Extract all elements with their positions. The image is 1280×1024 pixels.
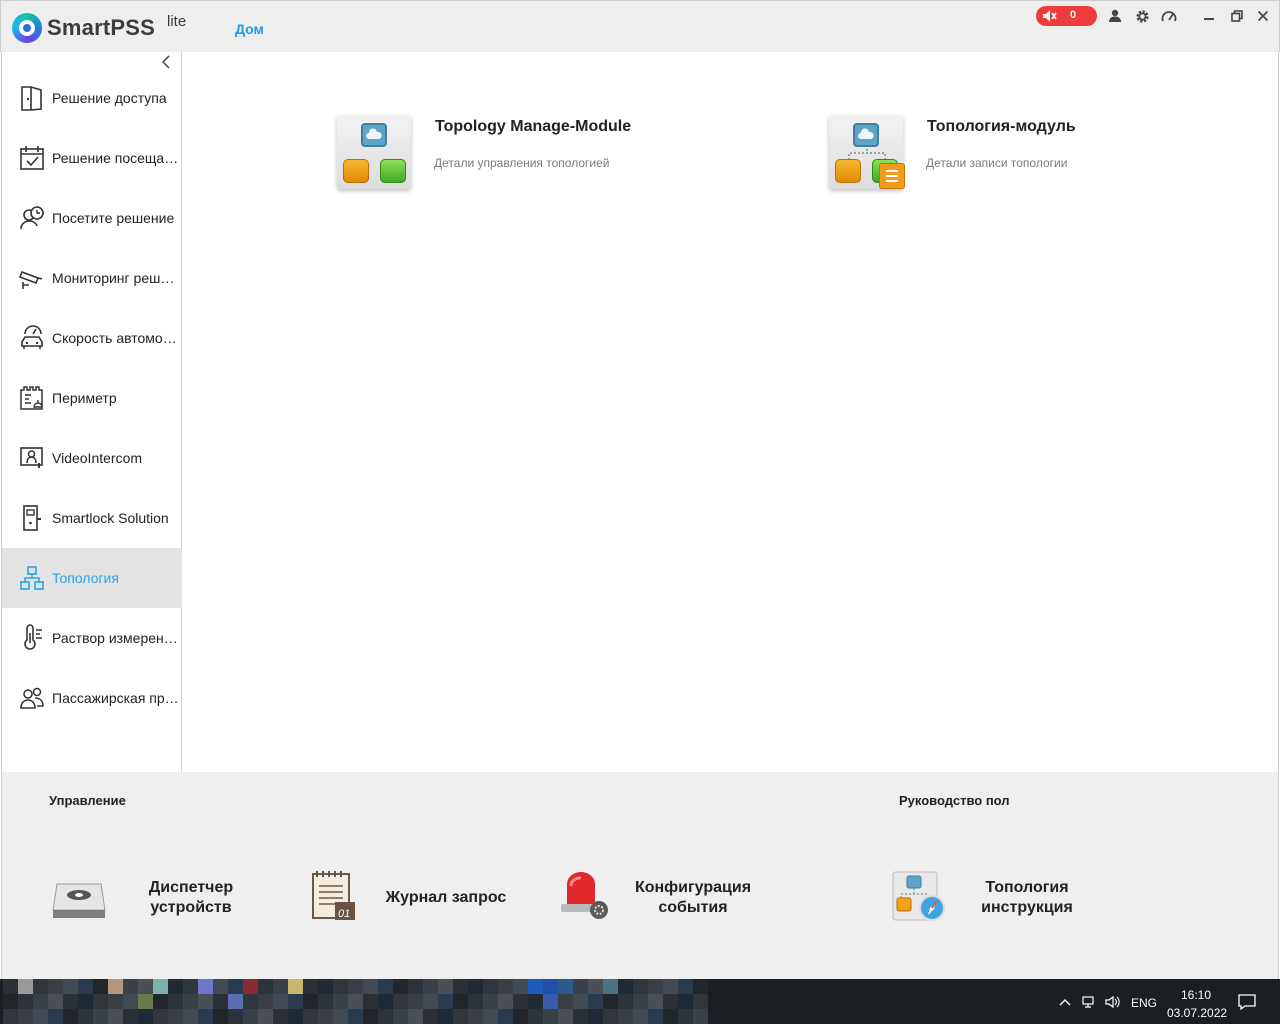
language-indicator[interactable]: ENG bbox=[1131, 996, 1157, 1010]
clock-date[interactable]: 03.07.2022 bbox=[1167, 1006, 1227, 1020]
sidebar-item-label: Периметр bbox=[52, 390, 117, 406]
pixelated-taskbar-apps bbox=[3, 979, 708, 1024]
sidebar-item-visitor[interactable]: Посетите решение bbox=[2, 188, 182, 248]
topology-module-icon bbox=[829, 115, 905, 189]
people-icon bbox=[20, 687, 44, 709]
user-icon[interactable] bbox=[1107, 7, 1123, 25]
card-topology-manage-module[interactable]: Topology Manage-Module Детали управления… bbox=[337, 115, 737, 215]
card-topology-module[interactable]: Топология-модуль Детали записи топологии bbox=[829, 115, 1229, 215]
card-description: Детали записи топологии bbox=[926, 156, 1068, 170]
alarm-siren-icon bbox=[561, 872, 608, 919]
sidebar-item-access[interactable]: Решение доступа bbox=[2, 68, 182, 128]
performance-gauge-icon[interactable] bbox=[1161, 7, 1177, 25]
sidebar-item-vehicle-speed[interactable]: Скорость автомобиля bbox=[2, 308, 182, 368]
sidebar-item-label: Smartlock Solution bbox=[52, 510, 169, 526]
taskbar: ENG 16:10 03.07.2022 bbox=[0, 979, 1280, 1024]
guide-section-title: Руководство пол bbox=[899, 793, 1010, 808]
sidebar-item-temperature[interactable]: Раствор измерения температуры bbox=[2, 608, 182, 668]
sidebar-item-label: Раствор измерения температуры bbox=[52, 630, 182, 646]
door-icon bbox=[21, 86, 42, 111]
card-title: Топология-модуль bbox=[927, 118, 1076, 135]
sidebar-item-perimeter[interactable]: Периметр bbox=[2, 368, 182, 428]
device-manager-icon bbox=[52, 883, 106, 918]
intercom-icon bbox=[20, 447, 43, 468]
topology-guide-button[interactable]: Топология инструкция bbox=[889, 868, 1089, 932]
tool-label: Конфигурация события bbox=[634, 879, 752, 916]
smartlock-icon bbox=[23, 505, 41, 531]
perimeter-icon bbox=[20, 386, 43, 410]
topology-guide-icon bbox=[892, 871, 945, 921]
volume-icon[interactable] bbox=[1105, 995, 1121, 1009]
log-query-button[interactable]: 01 Журнал запрос bbox=[307, 868, 527, 932]
gear-icon[interactable] bbox=[1134, 7, 1150, 25]
car-speed-icon bbox=[21, 325, 43, 349]
tab-home[interactable]: Дом bbox=[235, 21, 264, 37]
sidebar-item-monitoring[interactable]: Мониторинг решение bbox=[2, 248, 182, 308]
tool-label: Топология инструкция bbox=[981, 879, 1073, 916]
sidebar-item-label: Пассажирская программа bbox=[52, 690, 182, 706]
sidebar: Решение доступа Решение посещаемости Пос… bbox=[1, 52, 182, 772]
sidebar-item-label: Решение доступа bbox=[52, 90, 167, 106]
sidebar-item-label: Решение посещаемости bbox=[52, 150, 182, 166]
clock-time[interactable]: 16:10 bbox=[1181, 988, 1211, 1002]
title-bar: SmartPSS lite Дом 0 bbox=[0, 0, 1280, 52]
network-icon[interactable] bbox=[1081, 995, 1097, 1009]
tool-label: Диспетчер устройств bbox=[148, 879, 234, 916]
log-journal-icon: 01 bbox=[312, 871, 355, 920]
sidebar-item-label: Скорость автомобиля bbox=[52, 330, 182, 346]
sidebar-item-passenger[interactable]: Пассажирская программа bbox=[2, 668, 182, 728]
sidebar-item-attendance[interactable]: Решение посещаемости bbox=[2, 128, 182, 188]
sidebar-item-smartlock[interactable]: Smartlock Solution bbox=[2, 488, 182, 548]
card-description: Детали управления топологией bbox=[434, 156, 610, 170]
manage-section-title: Управление bbox=[49, 793, 126, 808]
sidebar-item-topology[interactable]: Топология bbox=[2, 548, 182, 608]
sidebar-item-label: Топология bbox=[52, 570, 119, 586]
thermometer-icon bbox=[24, 624, 42, 650]
visitor-clock-icon bbox=[20, 206, 44, 230]
bottom-panel: Управление Руководство пол Диспетчер уст… bbox=[1, 772, 1279, 979]
minimize-icon[interactable] bbox=[1201, 7, 1217, 25]
notification-icon[interactable] bbox=[1238, 994, 1256, 1010]
smartpss-logo-icon bbox=[12, 13, 42, 43]
close-icon[interactable] bbox=[1255, 7, 1271, 25]
sidebar-item-label: Мониторинг решение bbox=[52, 270, 182, 286]
main-content: Topology Manage-Module Детали управления… bbox=[182, 52, 1279, 772]
sidebar-item-label: Посетите решение bbox=[52, 210, 175, 226]
tool-label: Журнал запрос bbox=[385, 889, 507, 906]
calendar-check-icon bbox=[20, 146, 44, 170]
chevron-up-icon[interactable] bbox=[1057, 995, 1073, 1009]
restore-icon[interactable] bbox=[1229, 7, 1245, 25]
alarm-badge[interactable]: 0 bbox=[1036, 6, 1097, 26]
event-config-button[interactable]: Конфигурация события bbox=[555, 868, 775, 932]
card-title: Topology Manage-Module bbox=[435, 118, 632, 135]
app-name: SmartPSS bbox=[47, 15, 155, 40]
sidebar-item-label: VideoIntercom bbox=[52, 450, 143, 466]
sidebar-item-videointercom[interactable]: VideoIntercom bbox=[2, 428, 182, 488]
svg-text:01: 01 bbox=[338, 908, 350, 920]
device-manager-button[interactable]: Диспетчер устройств bbox=[51, 868, 251, 932]
alarm-count: 0 bbox=[1070, 9, 1077, 21]
topology-icon bbox=[20, 566, 44, 590]
camera-icon bbox=[19, 270, 43, 289]
app-edition: lite bbox=[167, 13, 187, 30]
speaker-icon bbox=[1043, 10, 1057, 22]
topology-manage-module-icon bbox=[337, 115, 411, 189]
